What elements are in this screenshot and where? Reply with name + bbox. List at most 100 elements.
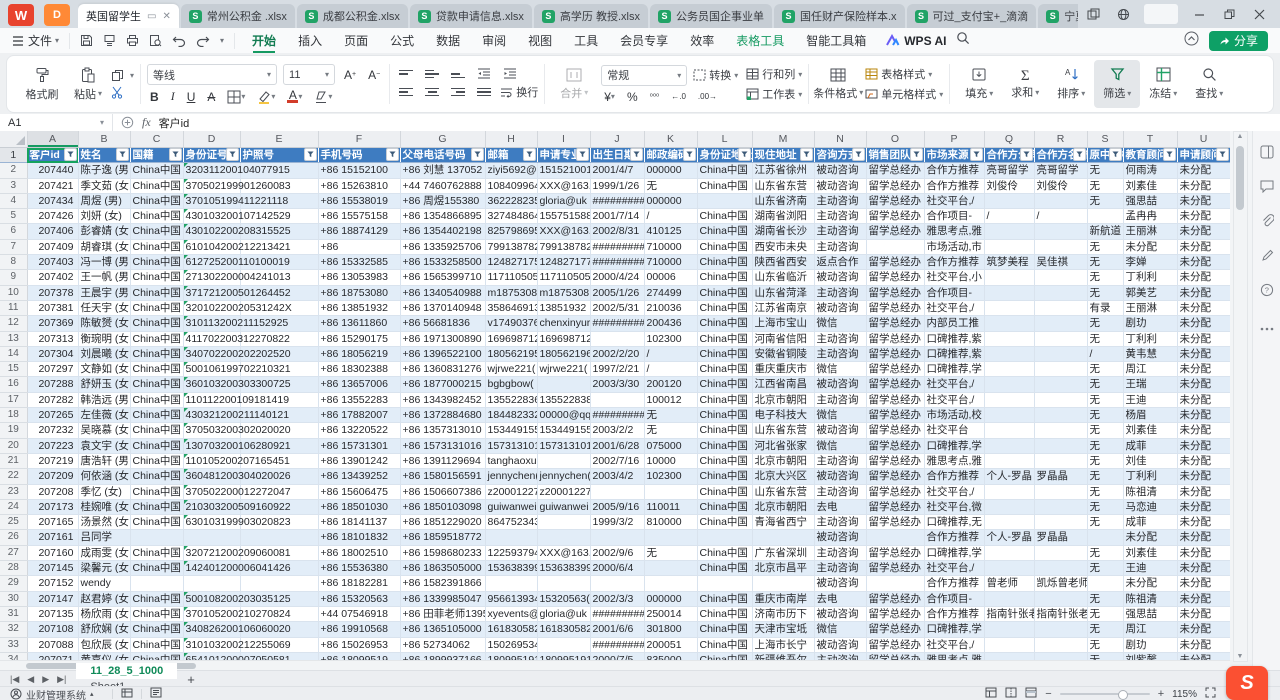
cell[interactable]: 王一帆 (男 xyxy=(78,270,130,285)
minimize-button[interactable] xyxy=(1184,2,1214,26)
cell[interactable] xyxy=(1034,545,1087,560)
cell[interactable]: 赵君婷 (女 xyxy=(78,591,130,606)
cell[interactable]: 301800 xyxy=(644,622,697,637)
cell[interactable]: China中国 xyxy=(130,637,183,652)
filter-dropdown-icon[interactable] xyxy=(226,148,239,161)
cell[interactable] xyxy=(537,637,590,652)
cell[interactable] xyxy=(984,362,1034,377)
cell[interactable]: m1875308 xyxy=(537,285,590,300)
cell[interactable]: +86 18141137 xyxy=(318,515,400,530)
cell[interactable]: 654101200007050581 xyxy=(183,652,240,660)
cell[interactable] xyxy=(1034,408,1087,423)
cell[interactable]: 青海省西宁 xyxy=(752,515,814,530)
filter-dropdown-icon[interactable] xyxy=(800,148,813,161)
cell[interactable] xyxy=(485,576,537,591)
cell[interactable]: 108409964 xyxy=(485,178,537,193)
cell[interactable]: +86 18056219 xyxy=(318,346,400,361)
cell[interactable]: China中国 xyxy=(697,178,752,193)
cell[interactable]: 北京市朝阳 xyxy=(752,453,814,468)
cell[interactable] xyxy=(590,331,644,346)
cell[interactable] xyxy=(984,193,1034,208)
cell[interactable]: 153638399 xyxy=(537,561,590,576)
cell[interactable]: xyevents@ xyxy=(485,606,537,621)
cell[interactable]: 2001/4/7 xyxy=(590,163,644,178)
sheet-tab-11_28_5_1000[interactable]: 11_28_5_1000 xyxy=(76,663,177,679)
cell[interactable]: China中国 xyxy=(697,300,752,315)
cell[interactable] xyxy=(697,193,752,208)
cell[interactable]: 主动咨询 xyxy=(814,392,866,407)
column-header-K[interactable]: K xyxy=(644,131,697,148)
cell[interactable]: 135522836 xyxy=(485,392,537,407)
column-header-P[interactable]: P xyxy=(924,131,984,148)
cell[interactable]: 刘紫馨 xyxy=(1123,652,1177,660)
cell[interactable]: 207426 xyxy=(27,209,78,224)
rows-cols-button[interactable]: 行和列▾ xyxy=(746,66,802,82)
cell[interactable] xyxy=(1034,362,1087,377)
cell[interactable]: 无 xyxy=(1087,469,1123,484)
cell[interactable]: 无 xyxy=(1087,423,1123,438)
cell[interactable] xyxy=(984,285,1034,300)
cell[interactable]: 主动咨询 xyxy=(814,193,866,208)
cell[interactable]: China中国 xyxy=(130,255,183,270)
cell[interactable]: 王迪 xyxy=(1123,561,1177,576)
cell[interactable]: 207288 xyxy=(27,377,78,392)
cell[interactable] xyxy=(984,392,1034,407)
cell[interactable]: 无 xyxy=(1087,392,1123,407)
cell[interactable]: 合作方推荐 xyxy=(924,163,984,178)
header-cell[interactable]: 邮政编码 xyxy=(644,148,697,163)
font-name-select[interactable]: 等线▾ xyxy=(147,64,277,85)
row-number[interactable]: 29 xyxy=(0,576,27,591)
cell[interactable]: 舒欣娴 (女 xyxy=(78,622,130,637)
cell[interactable]: 未分配 xyxy=(1177,331,1230,346)
cell[interactable]: 留学总经办 xyxy=(866,193,924,208)
cell[interactable]: 陈祖清 xyxy=(1123,591,1177,606)
scroll-down-icon[interactable]: ▼ xyxy=(1234,653,1246,660)
header-cell[interactable]: 客户id xyxy=(27,148,78,163)
cell[interactable]: 110112200109181419 xyxy=(183,392,240,407)
document-tab[interactable]: 英国留学生▭✕ xyxy=(78,4,179,28)
cell[interactable] xyxy=(984,545,1034,560)
paste-button[interactable]: 粘贴▾ xyxy=(65,60,111,108)
cell[interactable]: 合作方推荐 xyxy=(924,576,984,591)
menu-item-效率[interactable]: 效率 xyxy=(679,28,725,53)
cell[interactable]: 季忆 (女) xyxy=(78,484,130,499)
cell[interactable]: 340702200202202520 xyxy=(183,346,240,361)
row-number[interactable]: 16 xyxy=(0,377,27,392)
cell[interactable]: 罗晶晶 xyxy=(1034,530,1087,545)
cell[interactable]: 社交平台 xyxy=(924,423,984,438)
cell[interactable] xyxy=(984,408,1034,423)
cell[interactable]: 110105200207165451 xyxy=(183,453,240,468)
cell[interactable]: +86 1506607386 xyxy=(400,484,485,499)
italic-button[interactable]: I xyxy=(168,89,178,104)
cell[interactable]: 32010220020531242X xyxy=(183,300,240,315)
cell[interactable]: 被动咨询 xyxy=(814,530,866,545)
column-header-L[interactable]: L xyxy=(697,131,752,148)
cell[interactable]: 无 xyxy=(1087,438,1123,453)
cell[interactable]: +86 1354866895 xyxy=(400,209,485,224)
cell[interactable] xyxy=(984,270,1034,285)
menu-item-智能工具箱[interactable]: 智能工具箱 xyxy=(795,28,877,53)
cell[interactable]: 360103200303300725 xyxy=(183,377,240,392)
cell[interactable]: China中国 xyxy=(697,591,752,606)
cell[interactable]: 320311200104077915 xyxy=(183,163,240,178)
cell[interactable]: 丁利利 xyxy=(1123,331,1177,346)
zoom-out-icon[interactable]: − xyxy=(1045,688,1051,700)
cell[interactable]: +86 15290175 xyxy=(318,331,400,346)
cell[interactable]: m1875308 xyxy=(485,285,537,300)
cell[interactable]: 何依涵 (女 xyxy=(78,469,130,484)
cell[interactable]: 370502200012272047 xyxy=(183,484,240,499)
cell[interactable]: 陈敏赟 (女 xyxy=(78,316,130,331)
font-size-select[interactable]: 11▾ xyxy=(283,64,335,85)
zoom-slider[interactable] xyxy=(1060,693,1150,695)
cell[interactable]: +86 13053983 xyxy=(318,270,400,285)
cell[interactable]: ######### xyxy=(590,193,644,208)
cell[interactable]: 刘俊伶 xyxy=(984,178,1034,193)
cell[interactable] xyxy=(590,530,644,545)
cell[interactable]: 主动咨询 xyxy=(814,545,866,560)
cell[interactable]: +86 15320563 xyxy=(318,591,400,606)
cell[interactable]: 271302200004241013 xyxy=(183,270,240,285)
row-number[interactable]: 2 xyxy=(0,163,27,178)
cell[interactable]: 剧玏 xyxy=(1123,316,1177,331)
row-number[interactable]: 33 xyxy=(0,637,27,652)
row-number[interactable]: 12 xyxy=(0,316,27,331)
